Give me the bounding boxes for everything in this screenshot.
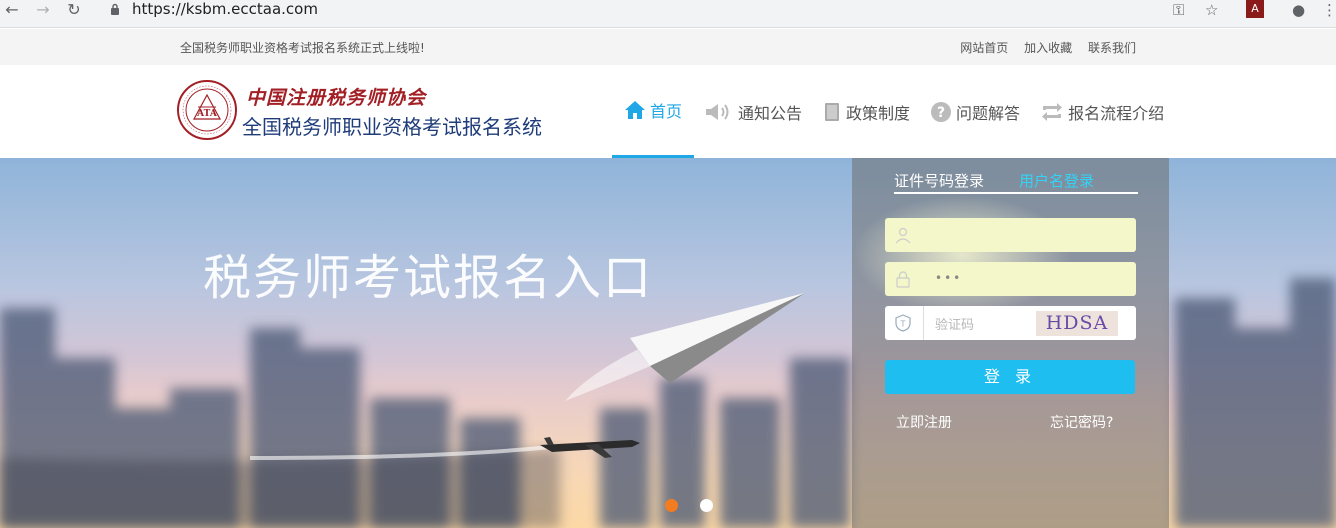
lock-icon [111,3,119,15]
browser-chrome: ← → ↻ https://ksbm.ecctaa.com ⚿ ☆ A ● ⋮ [0,0,1336,28]
register-link[interactable]: 立即注册 [896,412,952,432]
profile-icon[interactable]: ● [1292,0,1305,20]
flow-icon [1042,102,1063,121]
login-tabs: 证件号码登录 用户名登录 [894,170,1138,194]
nav-faq[interactable]: ? 问题解答 [920,65,1030,158]
captcha-image[interactable]: HDSA [1036,311,1118,336]
home-icon [625,101,645,119]
address-bar[interactable]: https://ksbm.ecctaa.com [98,0,1238,24]
pdf-extension-icon[interactable]: A [1246,0,1264,18]
star-icon[interactable]: ☆ [1205,0,1218,20]
carousel-dot-2[interactable] [700,499,713,512]
system-name: 全国税务师职业资格考试报名系统 [242,115,542,139]
launch-notice: 全国税务师职业资格考试报名系统正式上线啦! [180,41,425,55]
nav-notices[interactable]: 通知公告 [694,65,812,158]
captcha-field[interactable]: T 验证码 HDSA [885,306,1136,340]
speaker-icon [706,103,729,120]
forgot-password-link[interactable]: 忘记密码? [1050,412,1113,432]
redaction-blur [852,195,1072,315]
nav-notices-label: 通知公告 [738,103,803,123]
favorite-link[interactable]: 加入收藏 [1024,41,1072,55]
menu-icon[interactable]: ⋮ [1322,0,1336,20]
book-icon [825,102,840,121]
top-links: 网站首页 加入收藏 联系我们 [948,39,1136,56]
svg-text:?: ? [937,105,945,121]
captcha-placeholder: 验证码 [935,318,975,333]
back-icon[interactable]: ← [2,0,22,20]
nav-faq-label: 问题解答 [956,103,1021,123]
nav-policy-label: 政策制度 [846,103,911,123]
hero-title: 税务师考试报名入口 [203,250,654,306]
main-nav: 首页 通知公告 政策制度 ? 问题解答 报名流程介绍 [612,65,1174,158]
top-strip: 全国税务师职业资格考试报名系统正式上线啦! 网站首页 加入收藏 联系我们 [0,29,1336,65]
svg-text:ATA: ATA [196,109,218,119]
forward-icon[interactable]: → [33,0,53,20]
username-field[interactable] [885,218,1136,252]
question-icon: ? [931,101,952,122]
nav-process[interactable]: 报名流程介绍 [1030,65,1174,158]
reload-icon[interactable]: ↻ [64,0,84,20]
home-link[interactable]: 网站首页 [960,41,1008,55]
nav-policy[interactable]: 政策制度 [812,65,920,158]
user-icon [895,227,911,244]
nav-process-label: 报名流程介绍 [1068,103,1165,123]
url-text[interactable]: https://ksbm.ecctaa.com [132,0,318,18]
key-icon[interactable]: ⚿ [1173,0,1184,20]
field-separator [923,306,924,340]
password-mask: ••• [935,271,963,285]
tab-id-login[interactable]: 证件号码登录 [894,170,984,191]
password-field[interactable]: ••• [885,262,1136,296]
site-header: ATA 中国注册税务师协会 全国税务师职业资格考试报名系统 首页 通知公告 政策… [0,65,1336,158]
association-name: 中国注册税务师协会 [246,87,427,109]
nav-home[interactable]: 首页 [612,65,695,158]
association-seal-logo[interactable]: ATA [176,79,238,141]
shield-icon: T [895,314,911,332]
nav-home-label: 首页 [650,102,683,121]
svg-text:T: T [900,320,906,329]
contact-link[interactable]: 联系我们 [1088,41,1136,55]
login-panel: 证件号码登录 用户名登录 ••• T 验证码 HDSA 登 录 立即注册 忘记密… [852,158,1169,528]
tab-username-login[interactable]: 用户名登录 [1019,170,1094,191]
hero-banner: 税务师考试报名入口 证件号码登录 用户名登录 ••• T 验证码 HDSA 登 … [0,158,1336,528]
carousel-dot-1[interactable] [665,499,678,512]
login-button[interactable]: 登 录 [885,360,1135,394]
lock-icon [896,271,910,288]
